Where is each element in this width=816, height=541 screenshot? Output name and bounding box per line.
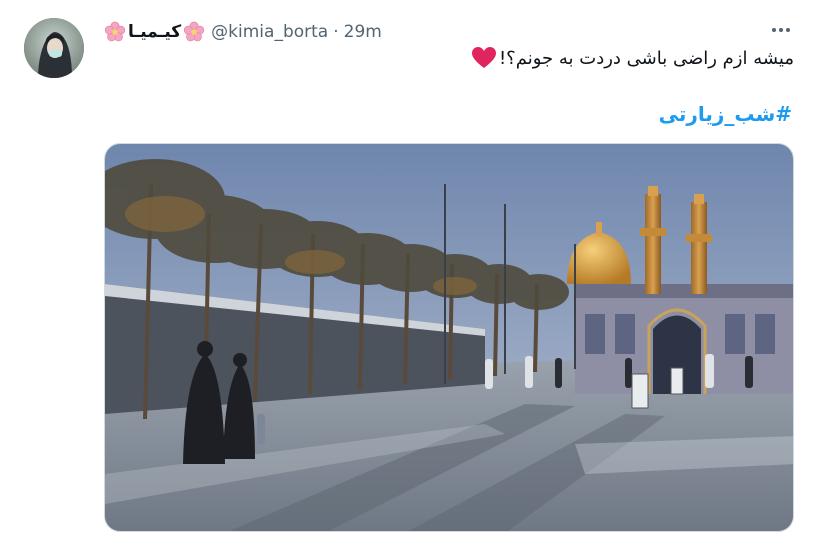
red-heart-icon	[471, 47, 496, 68]
tweet-text-line: میشه ازم راضی باشی دردت به جونم؟!	[471, 46, 794, 70]
tweet-text: میشه ازم راضی باشی دردت به جونم؟!	[498, 47, 794, 69]
cherry-blossom-icon	[184, 21, 205, 42]
hashtag-link[interactable]: #شب_زیارتی	[659, 102, 792, 126]
tweet-card[interactable]: کیـمیـا @kimia_borta · 29m میشه ازم راضی…	[0, 0, 816, 541]
user-handle[interactable]: @kimia_borta	[211, 22, 328, 42]
avatar[interactable]	[24, 18, 84, 78]
more-horizontal-icon	[772, 28, 790, 32]
display-name[interactable]: کیـمیـا	[104, 21, 205, 43]
more-options-button[interactable]	[764, 18, 798, 42]
timestamp[interactable]: 29m	[344, 22, 382, 42]
shrine-photo	[105, 144, 793, 531]
display-name-text: کیـمیـا	[128, 22, 182, 42]
separator-dot: ·	[333, 22, 339, 42]
tweet-media-image[interactable]	[104, 143, 794, 532]
tweet-header: کیـمیـا @kimia_borta · 29m	[104, 20, 382, 44]
cherry-blossom-icon	[104, 21, 126, 42]
